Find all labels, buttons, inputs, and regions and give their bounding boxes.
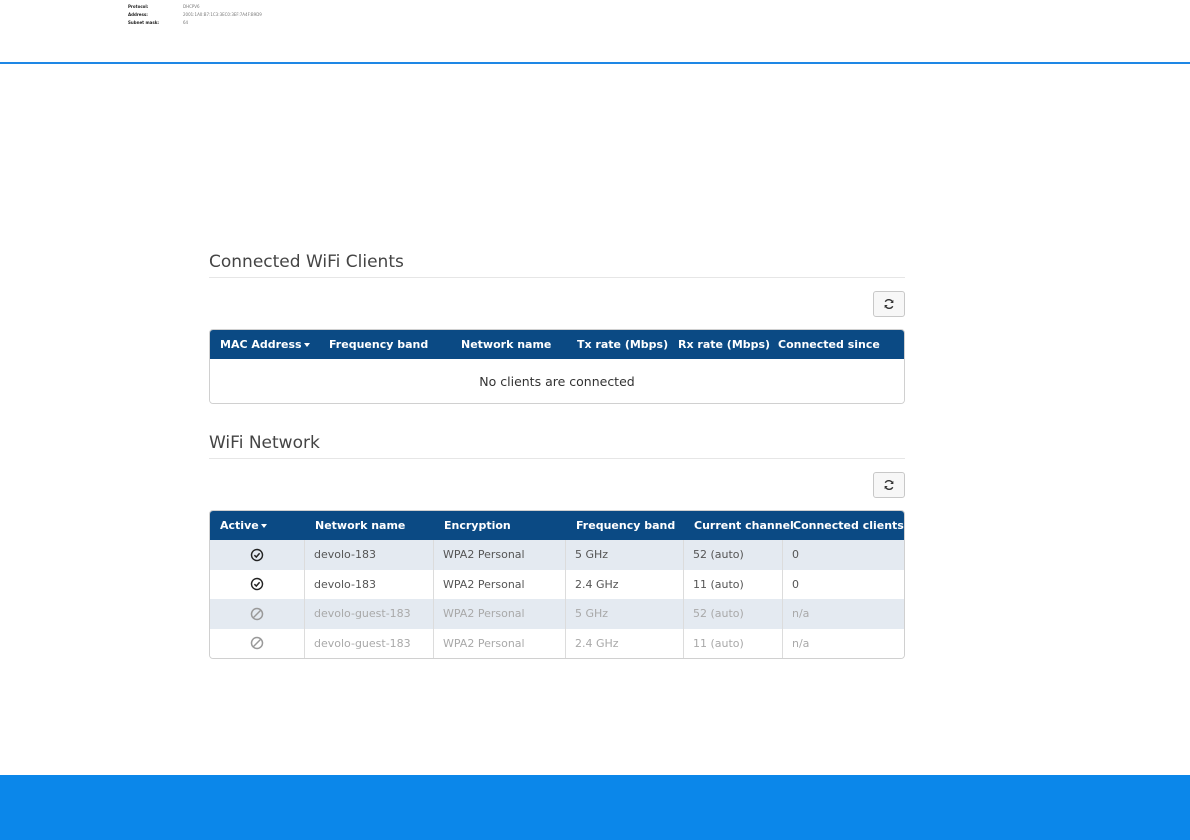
connected-clients-cell: n/a (792, 636, 810, 650)
frequency-band-cell: 5 GHz (566, 540, 684, 570)
disabled-icon (250, 607, 264, 621)
encryption-cell: WPA2 Personal (434, 540, 566, 570)
column-header-frequency-band[interactable]: Frequency band (566, 519, 684, 532)
check-circle-icon (250, 548, 264, 561)
clients-table-header: MAC Address Frequency band Network name … (210, 330, 904, 359)
column-header-frequency-band[interactable]: Frequency band (319, 338, 451, 351)
active-cell (210, 628, 305, 658)
column-header-network-name[interactable]: Network name (305, 519, 434, 532)
wifi-refresh-button[interactable] (873, 472, 905, 498)
connected-clients-cell: 0 (792, 577, 799, 591)
info-value: 2001:1A0:B7:1C3:3EC0:3EF:7A4F:B9D9 (183, 12, 262, 17)
active-cell (210, 540, 305, 570)
network-name-cell: devolo-guest-183 (305, 628, 434, 658)
clients-section-title: Connected WiFi Clients (209, 252, 404, 272)
info-row-protocol: Protocol: DHCPV6 (128, 3, 262, 11)
column-header-active[interactable]: Active (210, 519, 305, 532)
column-header-network-name[interactable]: Network name (451, 338, 567, 351)
refresh-icon (884, 480, 894, 490)
info-key: Protocol: (128, 4, 149, 9)
info-value: 64 (183, 20, 189, 25)
disabled-icon (250, 636, 264, 650)
top-divider (0, 62, 1190, 64)
channel-cell: 52 (auto) (684, 540, 783, 570)
channel-cell: 11 (auto) (684, 569, 783, 599)
info-key: Subnet mask: (128, 20, 159, 25)
clients-empty-message: No clients are connected (210, 359, 904, 403)
frequency-band-cell: 2.4 GHz (566, 628, 684, 658)
refresh-icon (884, 299, 894, 309)
check-circle-icon (250, 578, 264, 591)
clients-section-divider (209, 277, 905, 278)
info-row-address: Address: 2001:1A0:B7:1C3:3EC0:3EF:7A4F:B… (128, 11, 262, 19)
active-cell (210, 569, 305, 599)
network-info: Protocol: DHCPV6 Address: 2001:1A0:B7:1C… (128, 3, 262, 27)
wifi-table: Active Network name Encryption Frequency… (209, 510, 905, 659)
connected-clients-cell: n/a (792, 607, 810, 621)
encryption-cell: WPA2 Personal (434, 599, 566, 629)
network-name-cell: devolo-183 (305, 569, 434, 599)
active-cell (210, 599, 305, 629)
table-row[interactable]: devolo-183 WPA2 Personal 2.4 GHz 11 (aut… (210, 569, 904, 599)
wifi-table-header: Active Network name Encryption Frequency… (210, 511, 904, 540)
connected-clients-cell: 0 (792, 548, 799, 562)
column-header-mac[interactable]: MAC Address (210, 338, 319, 351)
column-header-rx-rate[interactable]: Rx rate (Mbps) (668, 338, 770, 351)
network-name-cell: devolo-183 (305, 540, 434, 570)
table-row[interactable]: devolo-guest-183 WPA2 Personal 5 GHz 52 … (210, 599, 904, 629)
column-header-connected-clients[interactable]: Connected clients (783, 519, 904, 532)
info-row-subnet: Subnet mask: 64 (128, 19, 262, 27)
wifi-section-divider (209, 458, 905, 459)
sort-caret-icon (303, 343, 310, 347)
wifi-section-title: WiFi Network (209, 433, 320, 453)
channel-cell: 11 (auto) (684, 628, 783, 658)
clients-refresh-button[interactable] (873, 291, 905, 317)
column-header-connected-since[interactable]: Connected since (768, 338, 904, 351)
channel-cell: 52 (auto) (684, 599, 783, 629)
clients-table: MAC Address Frequency band Network name … (209, 329, 905, 404)
info-value: DHCPV6 (183, 4, 200, 9)
frequency-band-cell: 5 GHz (566, 599, 684, 629)
sort-caret-icon (260, 524, 267, 528)
frequency-band-cell: 2.4 GHz (566, 569, 684, 599)
table-row[interactable]: devolo-guest-183 WPA2 Personal 2.4 GHz 1… (210, 628, 904, 658)
encryption-cell: WPA2 Personal (434, 628, 566, 658)
column-header-encryption[interactable]: Encryption (434, 519, 566, 532)
table-row[interactable]: devolo-183 WPA2 Personal 5 GHz 52 (auto)… (210, 540, 904, 570)
column-header-current-channel[interactable]: Current channel (684, 519, 794, 532)
column-header-tx-rate[interactable]: Tx rate (Mbps) (567, 338, 668, 351)
info-key: Address: (128, 12, 148, 17)
network-name-cell: devolo-guest-183 (305, 599, 434, 629)
encryption-cell: WPA2 Personal (434, 569, 566, 599)
footer-bar (0, 775, 1190, 840)
